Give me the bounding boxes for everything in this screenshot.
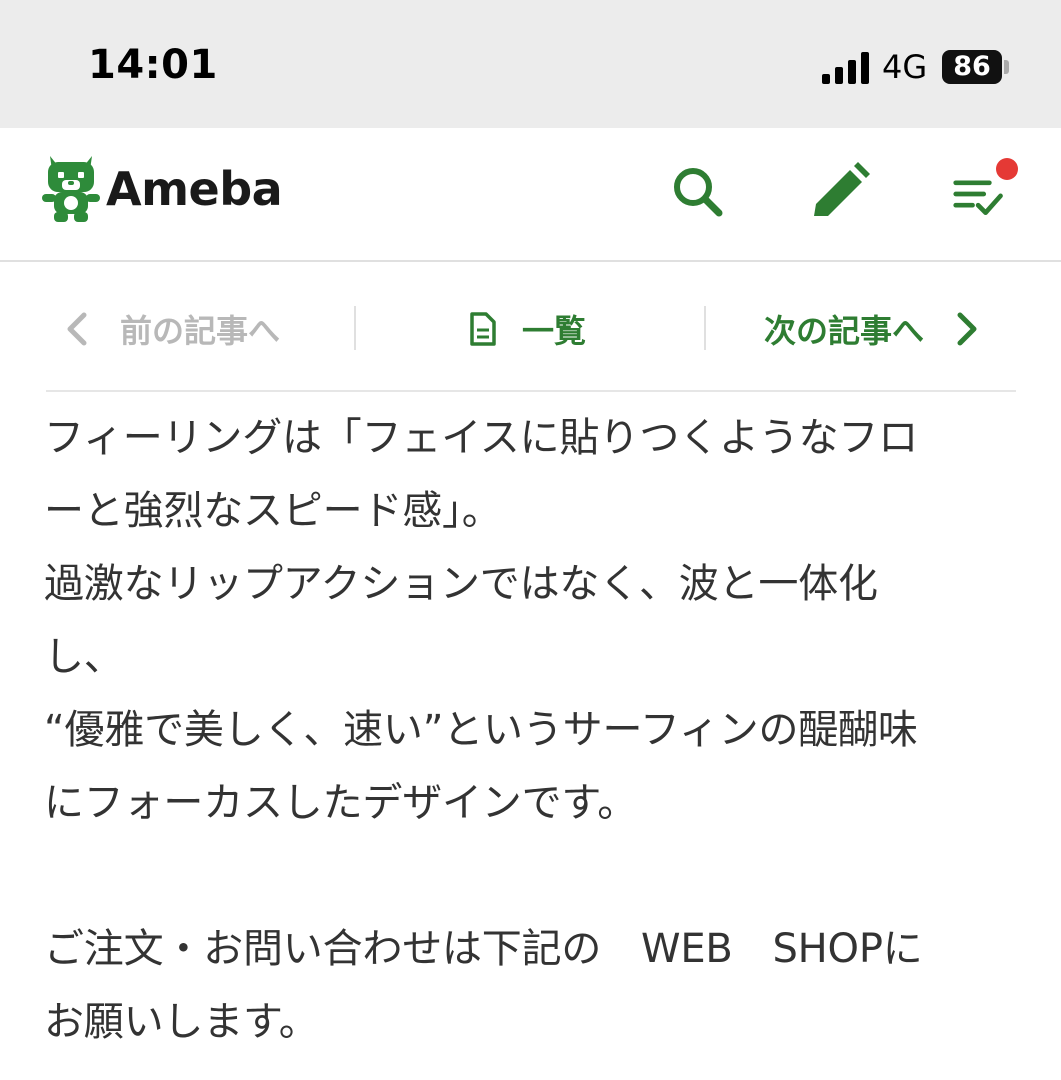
pencil-icon — [814, 162, 870, 216]
article-line: ご注文・お問い合わせは下記の WEB SHOPに — [44, 926, 923, 972]
prev-article-link[interactable]: 前の記事へ — [62, 304, 280, 354]
nav-divider — [354, 306, 356, 350]
chevron-left-icon — [67, 312, 87, 346]
search-button[interactable] — [668, 162, 728, 222]
status-time: 14:01 — [88, 42, 218, 88]
logo-text[interactable]: Ameba — [106, 162, 283, 216]
network-type: 4G — [882, 48, 928, 86]
app-header: Ameba — [0, 128, 1061, 262]
notification-dot — [996, 158, 1018, 180]
prev-article-label: 前の記事へ — [120, 312, 281, 350]
article-line: し、 — [44, 634, 124, 680]
document-icon — [470, 312, 496, 346]
article-list-link[interactable]: 一覧 — [468, 304, 586, 354]
article-line: にフォーカスしたデザインです。 — [44, 780, 637, 826]
next-article-link[interactable]: 次の記事へ — [764, 304, 982, 354]
battery-tip — [1004, 60, 1009, 74]
article-line: フィーリングは「フェイスに貼りつくようなフロ — [44, 415, 918, 461]
search-icon — [674, 168, 723, 217]
nav-divider — [704, 306, 706, 350]
battery-indicator: 86 — [942, 50, 1002, 84]
ameba-logo-icon[interactable] — [42, 152, 100, 222]
chevron-right-icon — [957, 312, 977, 346]
article-nav: 前の記事へ 一覧 次の記事へ — [46, 280, 1016, 392]
next-article-label: 次の記事へ — [764, 312, 925, 350]
write-post-button[interactable] — [810, 162, 870, 222]
reading-list-button[interactable] — [952, 158, 1018, 218]
article-line: ーと強烈なスピード感」。 — [44, 488, 502, 534]
article-line: 過激なリップアクションではなく、波と一体化 — [44, 561, 878, 607]
signal-icon — [822, 52, 869, 84]
article-list-label: 一覧 — [522, 312, 587, 350]
article-body: フィーリングは「フェイスに貼りつくようなフロ ーと強烈なスピード感」。 過激なリ… — [44, 402, 1014, 1059]
article-line: “優雅で美しく、速い”というサーフィンの醍醐味 — [44, 707, 918, 753]
status-bar: 14:01 4G 86 — [0, 0, 1061, 128]
article-line: お願いします。 — [44, 999, 319, 1045]
